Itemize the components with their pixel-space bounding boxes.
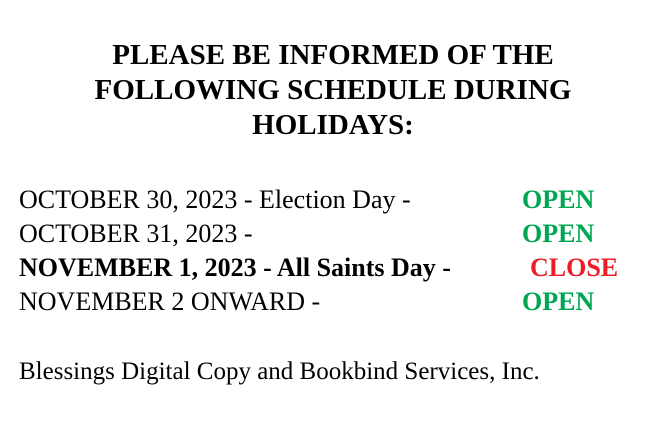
heading-line-3: HOLIDAYS:: [252, 109, 414, 141]
schedule-row-nov-2: NOVEMBER 2 ONWARD - OPEN: [19, 285, 659, 319]
status-open: OPEN: [522, 185, 595, 214]
status-open: OPEN: [522, 287, 595, 316]
company-name: Blessings Digital Copy and Bookbind Serv…: [19, 358, 540, 385]
notice-heading: PLEASE BE INFORMED OF THE FOLLOWING SCHE…: [0, 38, 666, 143]
schedule-date: NOVEMBER 2 ONWARD -: [19, 287, 321, 316]
schedule-row-oct-31: OCTOBER 31, 2023 - OPEN: [19, 217, 659, 251]
status-open: OPEN: [522, 219, 595, 248]
schedule-date: OCTOBER 31, 2023 -: [19, 219, 253, 248]
holiday-notice: PLEASE BE INFORMED OF THE FOLLOWING SCHE…: [0, 0, 666, 448]
schedule-row-nov-1: NOVEMBER 1, 2023 - All Saints Day - CLOS…: [19, 251, 659, 285]
heading-line-1: PLEASE BE INFORMED OF THE: [112, 39, 554, 71]
schedule-list: OCTOBER 30, 2023 - Election Day - OPEN O…: [19, 183, 659, 319]
schedule-date: OCTOBER 30, 2023 - Election Day -: [19, 185, 411, 214]
schedule-date: NOVEMBER 1, 2023 - All Saints Day -: [19, 253, 451, 282]
heading-line-2: FOLLOWING SCHEDULE DURING: [94, 74, 572, 106]
schedule-row-oct-30: OCTOBER 30, 2023 - Election Day - OPEN: [19, 183, 659, 217]
status-close: CLOSE: [530, 253, 619, 282]
